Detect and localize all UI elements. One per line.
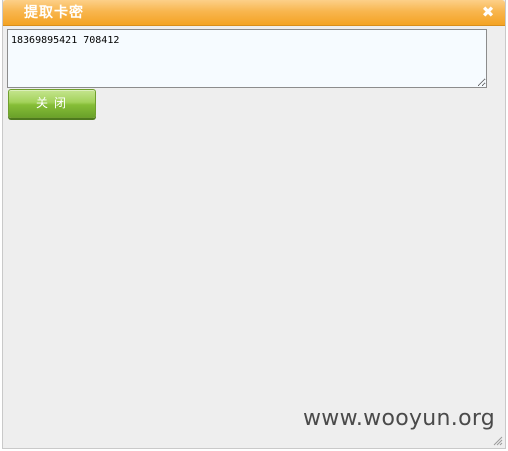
- close-button[interactable]: 关闭: [8, 89, 96, 118]
- close-icon[interactable]: ✖: [481, 5, 495, 20]
- resize-grip-icon[interactable]: [491, 434, 503, 446]
- watermark: www.wooyun.org: [303, 406, 496, 431]
- extract-card-dialog: 提取卡密 ✖ 18369895421 708412 关闭 www.wooyun.…: [2, 0, 506, 449]
- dialog-titlebar[interactable]: 提取卡密 ✖: [3, 0, 505, 26]
- dialog-title: 提取卡密: [24, 5, 84, 21]
- card-code-textarea[interactable]: 18369895421 708412: [7, 29, 487, 88]
